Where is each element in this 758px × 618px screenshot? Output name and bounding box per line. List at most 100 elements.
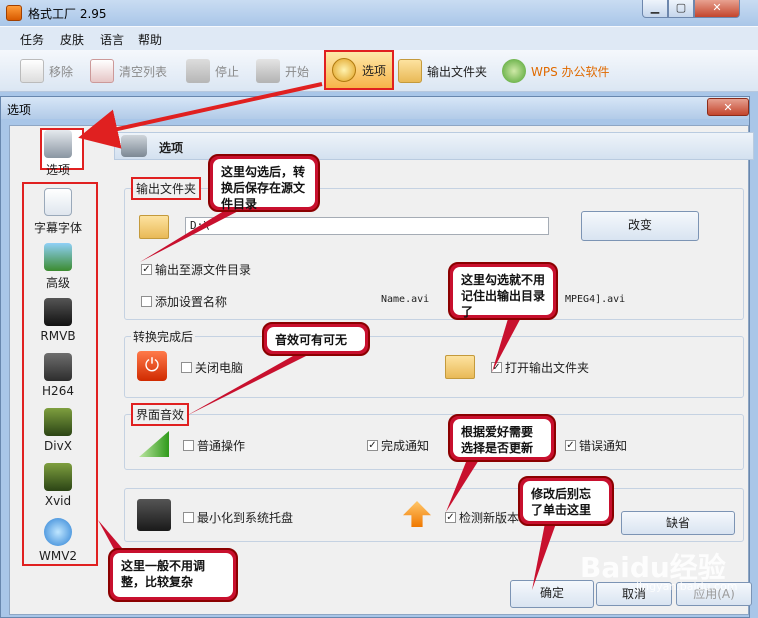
stop-button[interactable]: 停止 [186, 56, 239, 86]
menu-help[interactable]: 帮助 [138, 31, 162, 48]
minimize-button[interactable]: ▁ [642, 0, 668, 18]
panel-title: 选项 [159, 141, 184, 155]
output-to-source-checkbox[interactable]: ✓ 输出至源文件目录 [141, 261, 251, 278]
callout-text: 修改后别忘了单击这里 [523, 481, 609, 521]
callout-sound-optional: 音效可有可无 [262, 322, 370, 356]
folder-icon [139, 215, 169, 239]
after-conversion-group: 转换完成后 ⏻ 关闭电脑 ✓ 打开输出文件夹 [124, 328, 744, 398]
output-path-input[interactable]: D:\ [185, 217, 549, 235]
wps-icon [502, 59, 526, 83]
sound-effects-group-label: 界面音效 [131, 403, 190, 426]
callout-update: 根据爱好需要选择是否更新 [448, 414, 556, 462]
callout-no-adjust: 这里一般不用调整，比较复杂 [108, 548, 238, 602]
baidu-watermark-url: jingyan.baidu.com [636, 580, 738, 593]
wps-button[interactable]: WPS 办公软件 [502, 56, 610, 86]
landscape-icon [44, 243, 72, 271]
open-output-folder-checkbox[interactable]: ✓ 打开输出文件夹 [491, 359, 589, 376]
checkbox-box[interactable] [183, 512, 194, 523]
options-nav: 选项 字幕字体 高级 RMVB H264 DivX Xvid WMV2 [10, 126, 102, 612]
menubar: 任务 皮肤 语言 帮助 [0, 26, 758, 50]
dialog-body: 选项 字幕字体 高级 RMVB H264 DivX Xvid WMV2 选项 输… [9, 125, 754, 615]
done-notify-checkbox[interactable]: ✓ 完成通知 [367, 437, 429, 454]
menu-skin[interactable]: 皮肤 [60, 31, 84, 48]
callout-text: 这里勾选就不用记住出输出目录了 [453, 267, 553, 319]
callout-click-ok: 修改后别忘了单击这里 [518, 476, 614, 526]
callout-text: 根据爱好需要选择是否更新 [453, 419, 551, 457]
nav-item-wmv2[interactable]: WMV2 [18, 514, 98, 568]
clear-list-button[interactable]: 清空列表 [90, 56, 167, 86]
checkbox-label: 输出至源文件目录 [155, 263, 252, 277]
dialog-close-button[interactable]: ✕ [707, 98, 749, 116]
nav-item-xvid[interactable]: Xvid [18, 459, 98, 513]
output-folder-group-label: 输出文件夹 [131, 177, 202, 200]
checkbox-label: 打开输出文件夹 [505, 361, 590, 375]
start-icon [256, 59, 280, 83]
options-toolbar-button[interactable]: 选项 [324, 50, 394, 90]
clapperboard-icon [44, 298, 72, 326]
options-label: 选项 [361, 63, 386, 78]
example-filename: Name.avi [381, 294, 430, 305]
menu-task[interactable]: 任务 [20, 31, 44, 48]
add-setting-name-checkbox[interactable]: 添加设置名称 [141, 293, 227, 310]
maximize-button[interactable]: ▢ [668, 0, 694, 18]
nav-label: 字幕字体 [33, 221, 82, 235]
checkbox-label: 错误通知 [579, 439, 628, 453]
nav-item-rmvb[interactable]: RMVB [18, 294, 98, 348]
checkbox-box[interactable]: ✓ [141, 264, 152, 275]
checkbox-box[interactable]: ✓ [367, 440, 378, 451]
nav-item-h264[interactable]: H264 [18, 349, 98, 403]
volume-bars-icon [139, 431, 169, 457]
checkbox-box[interactable]: ✓ [565, 440, 576, 451]
checkbox-label: 最小化到系统托盘 [197, 511, 294, 525]
checkbox-label: 添加设置名称 [155, 295, 228, 309]
options-dialog: 选项 ✕ 选项 字幕字体 高级 RMVB H264 DivX Xvid WMV2… [0, 96, 754, 618]
change-folder-button[interactable]: 改变 [581, 211, 699, 241]
start-button[interactable]: 开始 [256, 56, 309, 86]
nav-label: Xvid [44, 494, 72, 508]
check-update-checkbox[interactable]: ✓ 检测新版本 [445, 509, 519, 526]
app-title: 格式工厂 2.95 [28, 7, 107, 21]
menu-language[interactable]: 语言 [100, 31, 124, 48]
clear-list-label: 清空列表 [119, 64, 168, 79]
callout-text: 音效可有可无 [267, 327, 365, 351]
power-icon: ⏻ [137, 351, 167, 381]
callout-open-folder: 这里勾选就不用记住出输出目录了 [448, 262, 558, 320]
checkbox-box[interactable] [141, 296, 152, 307]
stop-icon [186, 59, 210, 83]
remove-icon [20, 59, 44, 83]
ok-label: 确定 [539, 586, 564, 600]
callout-text: 这里一般不用调整，比较复杂 [113, 553, 233, 597]
example-filename-2: MPEG4].avi [565, 294, 626, 305]
nav-item-divx[interactable]: DivX [18, 404, 98, 458]
checkbox-label: 完成通知 [381, 439, 430, 453]
checkbox-box[interactable] [181, 362, 192, 373]
checkbox-label: 检测新版本 [459, 511, 520, 525]
remove-button[interactable]: 移除 [20, 56, 73, 86]
checkbox-box[interactable] [183, 440, 194, 451]
shutdown-checkbox[interactable]: 关闭电脑 [181, 359, 243, 376]
wps-label: WPS 办公软件 [531, 64, 610, 79]
panel-header: 选项 [114, 132, 754, 160]
nav-item-advanced[interactable]: 高级 [18, 239, 98, 293]
stop-label: 停止 [215, 64, 240, 79]
remove-label: 移除 [49, 64, 74, 79]
nav-item-subtitle-font[interactable]: 字幕字体 [18, 184, 98, 238]
normal-operation-checkbox[interactable]: 普通操作 [183, 437, 245, 454]
output-folder-button[interactable]: 输出文件夹 [398, 56, 487, 86]
document-icon [44, 188, 72, 216]
nav-label: H264 [42, 384, 74, 398]
minimize-to-tray-checkbox[interactable]: 最小化到系统托盘 [183, 509, 293, 526]
app-logo-icon [6, 5, 22, 21]
output-folder-label: 输出文件夹 [427, 64, 488, 79]
nav-item-options[interactable]: 选项 [18, 126, 98, 180]
folder-icon [445, 355, 475, 379]
checkbox-box[interactable]: ✓ [491, 362, 502, 373]
default-button[interactable]: 缺省 [621, 511, 735, 535]
folder-icon [398, 59, 422, 83]
film-icon [44, 463, 72, 491]
close-button[interactable]: ✕ [694, 0, 740, 18]
checkbox-box[interactable]: ✓ [445, 512, 456, 523]
callout-text: 这里勾选后，转换后保存在源文件目录 [213, 159, 315, 211]
error-notify-checkbox[interactable]: ✓ 错误通知 [565, 437, 627, 454]
nav-label: RMVB [40, 329, 76, 343]
